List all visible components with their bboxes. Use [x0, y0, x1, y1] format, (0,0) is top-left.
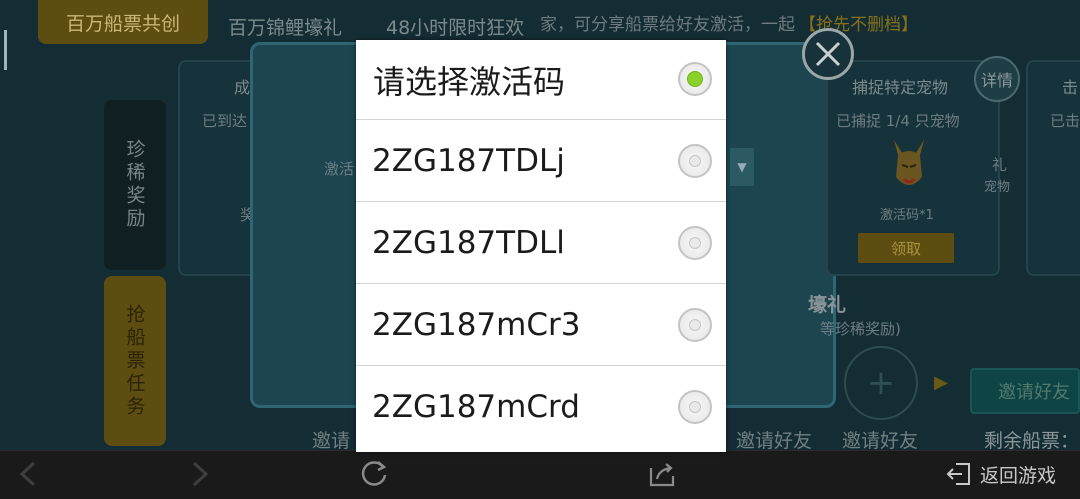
edge-indicator: [4, 30, 7, 70]
activation-dialog-label: 激活: [324, 160, 355, 178]
task-card-left-subtitle: 已到达: [202, 112, 248, 130]
activation-dropdown-arrow[interactable]: ▼: [730, 148, 754, 186]
close-icon: [815, 41, 841, 67]
remaining-tickets-label: 剩余船票：: [984, 430, 1080, 452]
radio-button[interactable]: [678, 226, 712, 260]
picker-header: 请选择激活码: [356, 40, 726, 120]
marquee-banner: 家，可分享船票给好友激活，一起 【抢先不删档】: [540, 8, 918, 36]
invite-label-right: 邀请好友: [842, 430, 919, 452]
invite-label-middle: 邀请好友: [736, 430, 813, 452]
grand-gift-title: 壕礼: [808, 294, 847, 316]
add-friend-slot[interactable]: +: [844, 346, 918, 420]
refresh-icon[interactable]: [358, 458, 390, 490]
back-arrow-icon[interactable]: [16, 460, 40, 488]
task-card-right-subtitle: 已击: [1050, 112, 1080, 130]
invite-friends-button[interactable]: 邀请好友: [970, 368, 1080, 414]
arrow-right-icon: ▶: [934, 372, 948, 393]
close-button[interactable]: [802, 28, 854, 80]
code-option[interactable]: 2ZG187mCrd: [356, 366, 726, 448]
side-menu-ticket-tasks[interactable]: 抢船票任务: [104, 276, 166, 446]
back-to-game-label: 返回游戏: [980, 464, 1057, 487]
radio-button[interactable]: [678, 308, 712, 342]
radio-button[interactable]: [678, 144, 712, 178]
tab-48h-carnival[interactable]: 48小时限时狂欢: [386, 8, 524, 44]
task-card-pet-title: 捕捉特定宠物: [852, 78, 949, 97]
task-card-pet-progress: 已捕捉 1/4 只宠物: [836, 112, 960, 130]
tab-koi-gift[interactable]: 百万锦鲤壕礼: [228, 8, 342, 44]
pet-reward-icon: [894, 140, 924, 185]
code-option[interactable]: 2ZG187TDLl: [356, 202, 726, 284]
picker-title: 请选择激活码: [373, 63, 566, 101]
task-card-right-title: 击: [1062, 78, 1079, 97]
invite-label-left: 邀请: [312, 430, 351, 452]
marquee-text: 家，可分享船票给好友激活，一起: [540, 14, 795, 35]
header-radio-icon: [678, 62, 712, 96]
activation-code-picker: 请选择激活码 2ZG187TDLj 2ZG187TDLl 2ZG187mCr3 …: [356, 40, 726, 452]
code-option-label: 2ZG187mCrd: [372, 389, 580, 425]
side-menu-rare-rewards[interactable]: 珍稀奖励: [104, 100, 166, 270]
bottom-toolbar: [0, 450, 1080, 499]
code-option-label: 2ZG187TDLj: [372, 143, 565, 179]
claim-button[interactable]: 领取: [858, 233, 954, 263]
radio-button[interactable]: [678, 390, 712, 424]
code-option-label: 2ZG187mCr3: [372, 307, 581, 343]
task-card-pet-reward: 激活码*1: [880, 208, 934, 223]
grand-gift-subtitle: 等珍稀奖励): [820, 320, 901, 338]
detail-button[interactable]: 详情: [974, 56, 1020, 102]
code-option-label: 2ZG187TDLl: [372, 225, 565, 261]
exit-icon: [946, 463, 970, 485]
task-card-pet-side-text-2: 宠物: [984, 180, 1011, 195]
back-to-game-button[interactable]: 返回游戏: [944, 458, 1056, 490]
task-card-pet-side-text-1: 礼: [992, 156, 1008, 174]
code-option[interactable]: 2ZG187TDLj: [356, 120, 726, 202]
share-icon[interactable]: [646, 458, 678, 490]
task-card-left-title: 成: [234, 78, 251, 97]
tab-ticket-cocreate[interactable]: 百万船票共创: [38, 0, 208, 44]
code-option[interactable]: 2ZG187mCr3: [356, 284, 726, 366]
forward-arrow-icon[interactable]: [188, 460, 212, 488]
